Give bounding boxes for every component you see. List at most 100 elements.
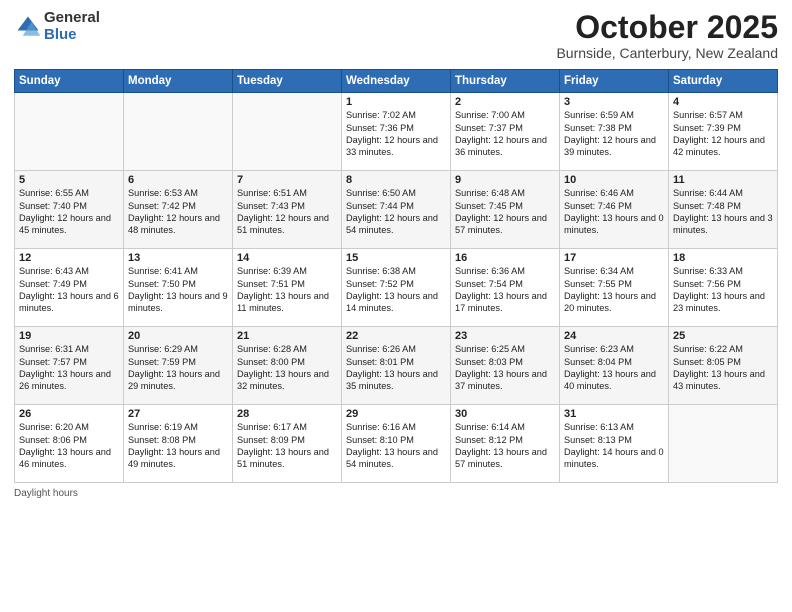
day-number: 23	[455, 330, 555, 342]
logo-icon	[14, 13, 42, 41]
calendar-cell: 18Sunrise: 6:33 AM Sunset: 7:56 PM Dayli…	[669, 249, 778, 327]
calendar-cell: 10Sunrise: 6:46 AM Sunset: 7:46 PM Dayli…	[560, 171, 669, 249]
cell-content: Sunrise: 6:33 AM Sunset: 7:56 PM Dayligh…	[673, 265, 773, 315]
col-header-monday: Monday	[124, 70, 233, 93]
cell-content: Sunrise: 6:25 AM Sunset: 8:03 PM Dayligh…	[455, 343, 555, 393]
day-number: 1	[346, 96, 446, 108]
calendar-cell: 3Sunrise: 6:59 AM Sunset: 7:38 PM Daylig…	[560, 93, 669, 171]
calendar-cell: 7Sunrise: 6:51 AM Sunset: 7:43 PM Daylig…	[233, 171, 342, 249]
footer-text: Daylight hours	[14, 488, 78, 499]
day-number: 29	[346, 408, 446, 420]
calendar-cell: 5Sunrise: 6:55 AM Sunset: 7:40 PM Daylig…	[15, 171, 124, 249]
cell-content: Sunrise: 6:53 AM Sunset: 7:42 PM Dayligh…	[128, 187, 228, 237]
week-row-3: 12Sunrise: 6:43 AM Sunset: 7:49 PM Dayli…	[15, 249, 778, 327]
cell-content: Sunrise: 6:14 AM Sunset: 8:12 PM Dayligh…	[455, 421, 555, 471]
calendar-cell	[233, 93, 342, 171]
col-header-sunday: Sunday	[15, 70, 124, 93]
calendar-cell	[669, 405, 778, 483]
calendar-cell: 24Sunrise: 6:23 AM Sunset: 8:04 PM Dayli…	[560, 327, 669, 405]
day-number: 8	[346, 174, 446, 186]
col-header-thursday: Thursday	[451, 70, 560, 93]
calendar-cell: 13Sunrise: 6:41 AM Sunset: 7:50 PM Dayli…	[124, 249, 233, 327]
calendar-cell: 28Sunrise: 6:17 AM Sunset: 8:09 PM Dayli…	[233, 405, 342, 483]
logo: General Blue	[14, 10, 100, 43]
week-row-5: 26Sunrise: 6:20 AM Sunset: 8:06 PM Dayli…	[15, 405, 778, 483]
day-number: 5	[19, 174, 119, 186]
calendar-cell: 20Sunrise: 6:29 AM Sunset: 7:59 PM Dayli…	[124, 327, 233, 405]
cell-content: Sunrise: 6:16 AM Sunset: 8:10 PM Dayligh…	[346, 421, 446, 471]
calendar-cell: 1Sunrise: 7:02 AM Sunset: 7:36 PM Daylig…	[342, 93, 451, 171]
calendar-cell: 31Sunrise: 6:13 AM Sunset: 8:13 PM Dayli…	[560, 405, 669, 483]
week-row-4: 19Sunrise: 6:31 AM Sunset: 7:57 PM Dayli…	[15, 327, 778, 405]
cell-content: Sunrise: 6:19 AM Sunset: 8:08 PM Dayligh…	[128, 421, 228, 471]
cell-content: Sunrise: 6:46 AM Sunset: 7:46 PM Dayligh…	[564, 187, 664, 237]
day-number: 7	[237, 174, 337, 186]
calendar-cell: 19Sunrise: 6:31 AM Sunset: 7:57 PM Dayli…	[15, 327, 124, 405]
header-row: SundayMondayTuesdayWednesdayThursdayFrid…	[15, 70, 778, 93]
calendar-cell: 27Sunrise: 6:19 AM Sunset: 8:08 PM Dayli…	[124, 405, 233, 483]
calendar-cell: 22Sunrise: 6:26 AM Sunset: 8:01 PM Dayli…	[342, 327, 451, 405]
calendar-cell: 11Sunrise: 6:44 AM Sunset: 7:48 PM Dayli…	[669, 171, 778, 249]
footer: Daylight hours	[14, 488, 778, 499]
cell-content: Sunrise: 6:28 AM Sunset: 8:00 PM Dayligh…	[237, 343, 337, 393]
logo-general-text: General	[44, 10, 100, 27]
day-number: 20	[128, 330, 228, 342]
day-number: 30	[455, 408, 555, 420]
title-block: October 2025 Burnside, Canterbury, New Z…	[556, 10, 778, 61]
col-header-wednesday: Wednesday	[342, 70, 451, 93]
col-header-friday: Friday	[560, 70, 669, 93]
calendar-cell: 4Sunrise: 6:57 AM Sunset: 7:39 PM Daylig…	[669, 93, 778, 171]
cell-content: Sunrise: 6:51 AM Sunset: 7:43 PM Dayligh…	[237, 187, 337, 237]
day-number: 24	[564, 330, 664, 342]
cell-content: Sunrise: 6:55 AM Sunset: 7:40 PM Dayligh…	[19, 187, 119, 237]
col-header-saturday: Saturday	[669, 70, 778, 93]
cell-content: Sunrise: 7:02 AM Sunset: 7:36 PM Dayligh…	[346, 109, 446, 159]
calendar-cell: 12Sunrise: 6:43 AM Sunset: 7:49 PM Dayli…	[15, 249, 124, 327]
header: General Blue October 2025 Burnside, Cant…	[14, 10, 778, 61]
cell-content: Sunrise: 6:17 AM Sunset: 8:09 PM Dayligh…	[237, 421, 337, 471]
month-title: October 2025	[556, 10, 778, 45]
day-number: 3	[564, 96, 664, 108]
cell-content: Sunrise: 6:22 AM Sunset: 8:05 PM Dayligh…	[673, 343, 773, 393]
calendar-cell: 25Sunrise: 6:22 AM Sunset: 8:05 PM Dayli…	[669, 327, 778, 405]
cell-content: Sunrise: 6:23 AM Sunset: 8:04 PM Dayligh…	[564, 343, 664, 393]
cell-content: Sunrise: 7:00 AM Sunset: 7:37 PM Dayligh…	[455, 109, 555, 159]
calendar-table: SundayMondayTuesdayWednesdayThursdayFrid…	[14, 69, 778, 483]
calendar-cell: 21Sunrise: 6:28 AM Sunset: 8:00 PM Dayli…	[233, 327, 342, 405]
cell-content: Sunrise: 6:38 AM Sunset: 7:52 PM Dayligh…	[346, 265, 446, 315]
logo-text: General Blue	[44, 10, 100, 43]
day-number: 15	[346, 252, 446, 264]
week-row-2: 5Sunrise: 6:55 AM Sunset: 7:40 PM Daylig…	[15, 171, 778, 249]
cell-content: Sunrise: 6:29 AM Sunset: 7:59 PM Dayligh…	[128, 343, 228, 393]
day-number: 10	[564, 174, 664, 186]
page: General Blue October 2025 Burnside, Cant…	[0, 0, 792, 612]
subtitle: Burnside, Canterbury, New Zealand	[556, 45, 778, 61]
day-number: 18	[673, 252, 773, 264]
day-number: 31	[564, 408, 664, 420]
day-number: 14	[237, 252, 337, 264]
cell-content: Sunrise: 6:31 AM Sunset: 7:57 PM Dayligh…	[19, 343, 119, 393]
day-number: 13	[128, 252, 228, 264]
calendar-cell: 16Sunrise: 6:36 AM Sunset: 7:54 PM Dayli…	[451, 249, 560, 327]
day-number: 21	[237, 330, 337, 342]
day-number: 12	[19, 252, 119, 264]
day-number: 19	[19, 330, 119, 342]
day-number: 2	[455, 96, 555, 108]
calendar-cell: 17Sunrise: 6:34 AM Sunset: 7:55 PM Dayli…	[560, 249, 669, 327]
logo-blue-text: Blue	[44, 27, 100, 44]
cell-content: Sunrise: 6:57 AM Sunset: 7:39 PM Dayligh…	[673, 109, 773, 159]
day-number: 26	[19, 408, 119, 420]
cell-content: Sunrise: 6:43 AM Sunset: 7:49 PM Dayligh…	[19, 265, 119, 315]
cell-content: Sunrise: 6:20 AM Sunset: 8:06 PM Dayligh…	[19, 421, 119, 471]
week-row-1: 1Sunrise: 7:02 AM Sunset: 7:36 PM Daylig…	[15, 93, 778, 171]
calendar-cell: 15Sunrise: 6:38 AM Sunset: 7:52 PM Dayli…	[342, 249, 451, 327]
calendar-cell: 8Sunrise: 6:50 AM Sunset: 7:44 PM Daylig…	[342, 171, 451, 249]
day-number: 4	[673, 96, 773, 108]
day-number: 17	[564, 252, 664, 264]
day-number: 22	[346, 330, 446, 342]
day-number: 25	[673, 330, 773, 342]
calendar-cell	[15, 93, 124, 171]
cell-content: Sunrise: 6:26 AM Sunset: 8:01 PM Dayligh…	[346, 343, 446, 393]
day-number: 11	[673, 174, 773, 186]
calendar-cell: 29Sunrise: 6:16 AM Sunset: 8:10 PM Dayli…	[342, 405, 451, 483]
